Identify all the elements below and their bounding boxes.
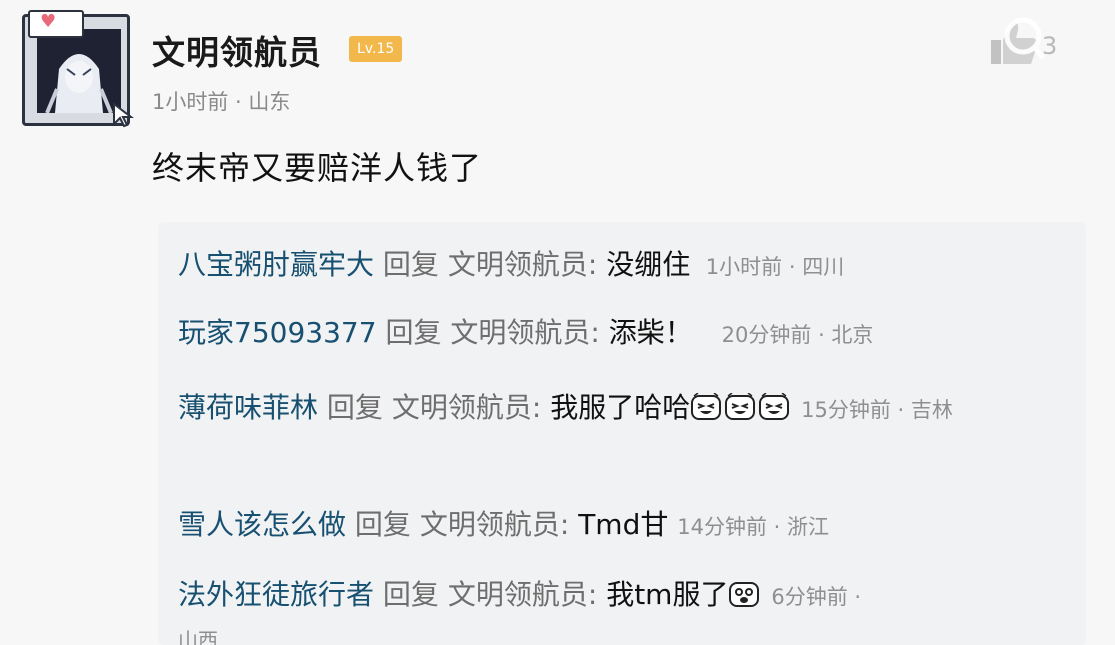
- post-username[interactable]: 文明领航员: [152, 26, 322, 74]
- emoji-group: [690, 391, 792, 424]
- post-location: 山东: [248, 90, 291, 114]
- reply-time: 15分钟前: [801, 398, 891, 422]
- reply-time: 1小时前: [705, 255, 783, 279]
- like-count: 3: [1042, 32, 1058, 60]
- reply-username[interactable]: 八宝粥肘赢牢大: [178, 248, 374, 281]
- reply-meta: 20分钟前 · 北京: [721, 323, 874, 347]
- reply-item[interactable]: 玩家75093377 回复 文明领航员: 添柴！ 20分钟前 · 北京: [178, 316, 873, 352]
- reply-text: 我服了哈哈: [550, 391, 691, 424]
- reply-text: 我tm服了: [606, 578, 729, 611]
- reply-item[interactable]: 薄荷味菲林 回复 文明领航员: 我服了哈哈 15分钟前 · 吉林: [178, 378, 1058, 440]
- reply-action: 回复: [382, 578, 439, 611]
- speechless-emoji: [729, 582, 760, 607]
- reply-username[interactable]: 雪人该怎么做: [178, 508, 346, 541]
- reply-action: 回复: [354, 508, 411, 541]
- reply-meta: 14分钟前 · 浙江: [677, 515, 830, 539]
- user-avatar[interactable]: ♥: [22, 10, 134, 130]
- laughing-crying-emoji: [725, 393, 756, 420]
- reply-meta: 6分钟前 ·: [771, 585, 862, 609]
- reply-meta: 1小时前 · 四川: [705, 255, 845, 279]
- reply-item[interactable]: 八宝粥肘赢牢大 回复 文明领航员: 没绷住 1小时前 · 四川: [178, 248, 844, 284]
- reply-text: 添柴！: [608, 316, 693, 349]
- laughing-crying-emoji: [691, 393, 722, 420]
- reply-location-overflow: 山西: [178, 628, 218, 645]
- reply-target[interactable]: 文明领航员:: [448, 578, 597, 611]
- reply-location: 浙江: [787, 515, 830, 539]
- reply-item[interactable]: 雪人该怎么做 回复 文明领航员: Tmd甘 14分钟前 · 浙江: [178, 508, 829, 544]
- cursor-icon: [113, 102, 134, 128]
- reply-time: 20分钟前: [721, 323, 812, 347]
- reply-location: 四川: [802, 255, 845, 279]
- reply-username[interactable]: 薄荷味菲林: [178, 391, 318, 424]
- reply-time: 6分钟前: [771, 585, 848, 609]
- like-button[interactable]: [985, 14, 1095, 74]
- reply-target[interactable]: 文明领航员:: [448, 248, 597, 281]
- reply-location: 吉林: [910, 398, 953, 422]
- thumb-up-icon: [991, 17, 1045, 65]
- reply-username[interactable]: 玩家75093377: [178, 316, 377, 349]
- reply-username[interactable]: 法外狂徒旅行者: [178, 578, 374, 611]
- reply-action: 回复: [382, 248, 439, 281]
- reply-list: 八宝粥肘赢牢大 回复 文明领航员: 没绷住 1小时前 · 四川 玩家750933…: [158, 222, 1086, 645]
- post-time: 1小时前: [152, 90, 229, 114]
- reply-target[interactable]: 文明领航员:: [420, 508, 569, 541]
- avatar-image: [37, 29, 121, 113]
- reply-meta: 15分钟前 · 吉林: [801, 398, 953, 422]
- reply-item[interactable]: 法外狂徒旅行者 回复 文明领航员: 我tm服了 6分钟前 ·: [178, 578, 861, 614]
- reply-action: 回复: [385, 316, 442, 349]
- reply-location: 北京: [831, 323, 874, 347]
- reply-target[interactable]: 文明领航员:: [450, 316, 599, 349]
- reply-target[interactable]: 文明领航员:: [392, 391, 541, 424]
- reply-text: 没绷住: [606, 248, 691, 281]
- laughing-crying-emoji: [759, 393, 790, 420]
- reply-time: 14分钟前: [677, 515, 767, 539]
- level-badge: Lv.15: [349, 36, 403, 62]
- post-content: 终末帝又要赔洋人钱了: [152, 149, 483, 187]
- reply-action: 回复: [326, 391, 383, 424]
- heart-icon: ♥: [40, 11, 57, 32]
- reply-text: Tmd甘: [578, 508, 669, 541]
- post-meta: 1小时前 · 山东: [152, 90, 291, 114]
- avatar-tag: ♥: [28, 10, 84, 38]
